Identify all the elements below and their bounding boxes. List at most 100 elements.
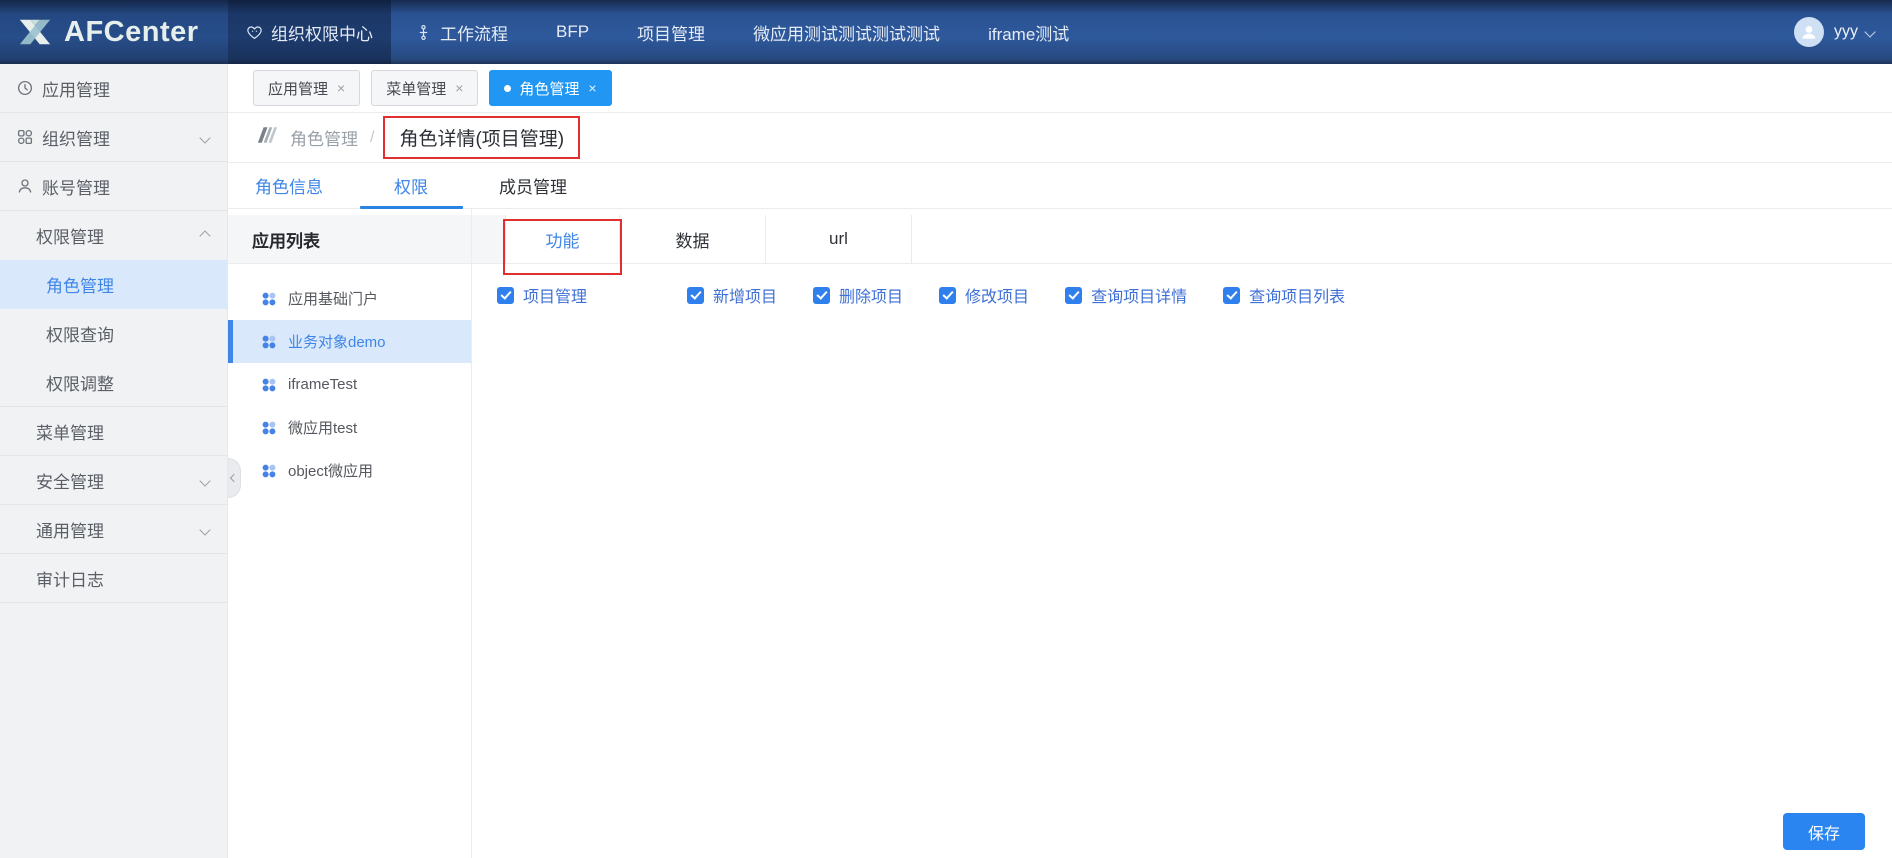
top-navbar: AFCenter 组织权限中心工作流程BFP项目管理微应用测试测试测试测试ifr… (0, 0, 1892, 64)
checkbox[interactable] (813, 287, 830, 304)
permission-label: 删除项目 (839, 283, 903, 307)
nav-item-label: 项目管理 (637, 20, 705, 45)
sidebar-item[interactable]: 权限查询 (0, 309, 227, 358)
detail-tab[interactable]: 权限 (350, 163, 472, 208)
checkbox[interactable] (687, 287, 704, 304)
permission-item[interactable]: 查询项目详情 (1065, 283, 1187, 307)
afcenter-app: AFCenter 组织权限中心工作流程BFP项目管理微应用测试测试测试测试ifr… (0, 0, 1892, 858)
nav-item-label: BFP (556, 22, 589, 42)
breadcrumb-current: 角色详情(项目管理) (399, 124, 564, 151)
close-icon[interactable]: × (455, 80, 463, 96)
slashes-icon (255, 126, 280, 149)
sidebar-item[interactable]: 菜单管理 (0, 407, 227, 456)
app-list-item-label: iframeTest (288, 376, 357, 393)
detail-tab-label: 角色信息 (255, 173, 323, 198)
detail-tab[interactable]: 角色信息 (228, 163, 350, 208)
app-list-item[interactable]: 应用基础门户 (228, 277, 471, 320)
workspace-tab[interactable]: 角色管理 × (489, 70, 611, 106)
nav-item[interactable]: iframe测试 (964, 0, 1093, 64)
app-list-title: 应用列表 (252, 227, 320, 252)
app-list-item-label: 微应用test (288, 417, 357, 438)
avatar (1794, 17, 1824, 47)
nav-item-label: 微应用测试测试测试测试 (753, 20, 940, 45)
workspace-tab[interactable]: 应用管理× (253, 70, 360, 106)
close-icon[interactable]: × (337, 80, 345, 96)
sidebar-item[interactable]: 审计日志 (0, 554, 227, 603)
app-list-header: 应用列表 (228, 215, 505, 263)
user-name: yyy (1834, 23, 1858, 41)
sidebar-item[interactable]: 权限调整 (0, 358, 227, 407)
sidebar-item-label: 审计日志 (36, 566, 104, 591)
chevron-down-icon (1864, 26, 1875, 37)
perm-tab-label: 数据 (676, 227, 710, 252)
workspace-tab[interactable]: 菜单管理 × (371, 70, 478, 106)
detail-tab-label: 权限 (394, 173, 428, 198)
app-grid-icon (262, 378, 276, 392)
user-menu[interactable]: yyy (1794, 0, 1892, 64)
perm-tab[interactable]: 数据 (620, 215, 766, 263)
nav-item-label: iframe测试 (988, 20, 1069, 45)
breadcrumb-parent[interactable]: 角色管理 (290, 125, 358, 150)
permission-item[interactable]: 修改项目 (939, 283, 1029, 307)
nav-item[interactable]: 微应用测试测试测试测试 (729, 0, 964, 64)
app-list-item[interactable]: 业务对象demo (228, 320, 471, 363)
permission-item[interactable]: 新增项目 (687, 283, 777, 307)
permission-item[interactable]: 删除项目 (813, 283, 903, 307)
permission-item[interactable]: 查询项目列表 (1223, 283, 1345, 307)
close-icon[interactable]: × (588, 80, 596, 96)
permission-label: 项目管理 (523, 283, 587, 307)
sidebar-item[interactable]: 权限管理 (0, 211, 227, 260)
sidebar-item-label: 通用管理 (36, 517, 104, 542)
detail-tab[interactable]: 成员管理 (472, 163, 594, 208)
save-button[interactable]: 保存 (1783, 813, 1865, 850)
permission-label: 新增项目 (713, 283, 777, 307)
sidebar-item[interactable]: 安全管理 (0, 456, 227, 505)
chevron-down-icon (199, 475, 210, 486)
app-grid-icon (262, 464, 276, 478)
chevron-down-icon (199, 132, 210, 143)
annotation-box: 角色详情(项目管理) (383, 116, 580, 159)
app-list-item[interactable]: iframeTest (228, 363, 471, 406)
permission-pane: 应用列表 功能 数据 url 应用基础门户业务对象demo iframeTest 微应用… (228, 209, 1892, 858)
checkbox[interactable] (1065, 287, 1082, 304)
sidebar-item[interactable]: 组织管理 (0, 113, 227, 162)
workflow-icon (415, 24, 432, 41)
sidebar: 应用管理组织管理账号管理权限管理角色管理权限查询权限调整菜单管理安全管理通用管理… (0, 64, 228, 858)
sidebar-item[interactable]: 应用管理 (0, 64, 227, 113)
sidebar-item[interactable]: 通用管理 (0, 505, 227, 554)
perm-tab[interactable]: url (766, 215, 912, 263)
perm-tab[interactable]: 功能 (505, 215, 620, 263)
sidebar-item-label: 权限查询 (46, 321, 114, 346)
breadcrumb-separator: / (370, 129, 374, 147)
app-list-item-label: object微应用 (288, 460, 373, 481)
workspace-tabs: 应用管理× 菜单管理 × 角色管理 × (228, 64, 1892, 113)
workspace-tab-label: 角色管理 (519, 78, 579, 99)
perm-tab-label: 功能 (546, 227, 580, 252)
sidebar-item[interactable]: 角色管理 (0, 260, 227, 309)
checkbox[interactable] (497, 287, 514, 304)
permission-item[interactable]: 项目管理 (497, 283, 587, 307)
app-list-item[interactable]: 微应用test (228, 406, 471, 449)
user-icon (14, 177, 36, 195)
chevron-left-icon (230, 474, 238, 482)
nav-item[interactable]: 组织权限中心 (228, 0, 391, 64)
permission-label: 查询项目详情 (1091, 283, 1187, 307)
nav-item[interactable]: 项目管理 (613, 0, 729, 64)
workspace-tab-label: 菜单管理 (386, 78, 446, 99)
permission-label: 查询项目列表 (1249, 283, 1345, 307)
nav-item[interactable]: 工作流程 (391, 0, 532, 64)
detail-tab-label: 成员管理 (499, 173, 567, 198)
checkbox[interactable] (1223, 287, 1240, 304)
nav-item[interactable]: BFP (532, 0, 613, 64)
pane-divider (471, 209, 472, 858)
sidebar-item-label: 组织管理 (42, 125, 110, 150)
sidebar-item-label: 菜单管理 (36, 419, 104, 444)
app-list-item[interactable]: object微应用 (228, 449, 471, 492)
chevron-down-icon (199, 524, 210, 535)
active-dot (504, 85, 511, 92)
sidebar-item-label: 应用管理 (42, 76, 110, 101)
sidebar-item[interactable]: 账号管理 (0, 162, 227, 211)
permission-checkbox-row: 项目管理 新增项目 删除项目 修改项目 查询项目详情 查询项目列表 (497, 283, 1381, 307)
checkbox[interactable] (939, 287, 956, 304)
chevron-up-icon (199, 230, 210, 241)
